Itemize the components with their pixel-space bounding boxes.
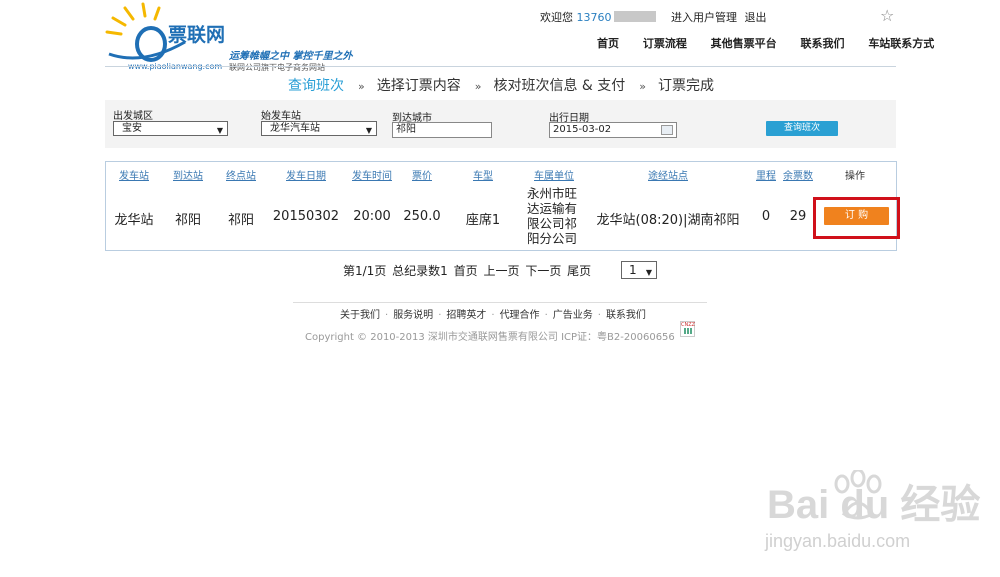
col-header-type[interactable]: 车型 — [473, 167, 493, 182]
page-next-link[interactable]: 下一页 — [525, 264, 561, 278]
dropdown-caret-icon: ▼ — [645, 268, 652, 277]
step-verify-pay: 核对班次信息 & 支付 — [493, 78, 626, 94]
nav-station-contact[interactable]: 车站联系方式 — [868, 37, 934, 50]
header-divider — [105, 66, 896, 67]
page-last-link[interactable]: 尾页 — [567, 264, 591, 278]
logo-subtitle: 联网公司旗下电子商务网站 — [229, 63, 325, 72]
page-select-value: 1 — [629, 263, 637, 277]
dropdown-caret-icon: ▼ — [216, 126, 223, 135]
page-info: 第1/1页 — [343, 264, 387, 278]
cell-via: 龙华站(08:20)|湖南祁阳 — [596, 213, 740, 228]
col-header-company[interactable]: 车属单位 — [534, 167, 574, 182]
step-arrow-icon: » — [358, 80, 365, 93]
total-records: 总纪录数1 — [392, 264, 448, 278]
watermark-url: jingyan.baidu.com — [765, 531, 911, 551]
page-first-link[interactable]: 首页 — [454, 264, 478, 278]
cell-time: 20:00 — [353, 209, 391, 224]
schedule-table: 发车站 到达站 终点站 发车日期 发车时间 票价 车型 车属单位 途经站点 里程… — [105, 161, 900, 251]
station-label: 始发车站 — [261, 111, 301, 122]
col-header-time[interactable]: 发车时间 — [352, 167, 392, 182]
footer-contact[interactable]: 联系我们 — [606, 310, 646, 321]
step-arrow-icon: » — [474, 80, 482, 93]
footer-separator: · — [491, 310, 495, 321]
step-select: 选择订票内容 — [376, 78, 461, 94]
logout-link[interactable]: 退出 — [745, 11, 767, 24]
from-city-select[interactable]: 宝安 ▼ — [113, 121, 228, 136]
step-complete: 订票完成 — [658, 78, 715, 94]
col-header-mileage[interactable]: 里程 — [756, 167, 776, 182]
date-input[interactable]: 2015-03-02 — [549, 122, 677, 138]
logo-name: 票联网 — [168, 24, 226, 46]
col-header-action: 操作 — [845, 171, 865, 182]
station-value: 龙华汽车站 — [270, 123, 320, 134]
footer-careers[interactable]: 招聘英才 — [446, 310, 486, 321]
cell-from: 龙华站 — [114, 213, 154, 228]
step-arrow-icon: » — [639, 80, 646, 93]
user-phone: 13760 — [576, 11, 612, 24]
col-header-remaining[interactable]: 余票数 — [783, 167, 813, 182]
nav-other-platforms[interactable]: 其他售票平台 — [711, 37, 777, 50]
logo-slogan: 运筹帷幄之中 掌控千里之外 — [229, 51, 353, 62]
footer-separator: · — [544, 310, 548, 321]
query-button[interactable]: 查询班次 — [766, 121, 838, 136]
footer-separator: · — [385, 310, 389, 321]
dropdown-caret-icon: ▼ — [365, 126, 372, 135]
step-query: 查询班次 — [288, 78, 344, 94]
footer-nav: 关于我们 · 服务说明 · 招聘英才 · 代理合作 · 广告业务 · 联系我们 — [340, 306, 646, 321]
station-select[interactable]: 龙华汽车站 ▼ — [261, 121, 377, 136]
favorite-star-icon[interactable]: ☆ — [880, 6, 894, 25]
cell-type: 座席1 — [465, 213, 501, 228]
watermark-logo: Bai du 经验 — [767, 483, 981, 527]
from-city-value: 宝安 — [122, 123, 142, 134]
user-manage-link[interactable]: 进入用户管理 — [671, 11, 737, 24]
cell-to: 祁阳 — [174, 213, 202, 228]
cell-date: 20150302 — [272, 209, 340, 224]
nav-booking-flow[interactable]: 订票流程 — [643, 37, 687, 50]
cell-mileage: 0 — [761, 209, 771, 224]
welcome-text: 欢迎您 — [540, 11, 573, 24]
footer-divider — [293, 302, 707, 303]
nav-contact[interactable]: 联系我们 — [800, 37, 844, 50]
copyright: Copyright © 2010-2013 深圳市交通联网售票有限公司 ICP证… — [305, 332, 675, 343]
stats-bars-icon — [684, 328, 692, 334]
cell-price: 250.0 — [403, 209, 441, 224]
footer-separator: · — [438, 310, 442, 321]
cell-company: 永州市旺达运输有限公司祁阳分公司 — [527, 186, 578, 246]
page-select[interactable]: 1 ▼ — [621, 261, 657, 279]
top-nav: 首页 订票流程 其他售票平台 联系我们 车站联系方式 — [597, 35, 934, 51]
cell-remaining: 29 — [789, 209, 807, 224]
col-header-from[interactable]: 发车站 — [119, 167, 149, 182]
footer-ads[interactable]: 广告业务 — [553, 310, 593, 321]
welcome-bar: 欢迎您 13760 进入用户管理 退出 — [540, 9, 767, 25]
footer-separator: · — [597, 310, 601, 321]
calendar-icon[interactable] — [661, 125, 673, 135]
col-header-via[interactable]: 途经站点 — [648, 167, 688, 182]
pagination: 第1/1页 总纪录数1 首页 上一页 下一页 尾页 — [343, 262, 593, 279]
col-header-date[interactable]: 发车日期 — [286, 167, 326, 182]
nav-home[interactable]: 首页 — [597, 37, 619, 50]
booking-steps: 查询班次 » 选择订票内容 » 核对班次信息 & 支付 » 订票完成 — [288, 75, 714, 95]
cell-terminal: 祁阳 — [227, 213, 255, 228]
col-header-price[interactable]: 票价 — [412, 167, 432, 182]
col-header-terminal[interactable]: 终点站 — [226, 167, 256, 182]
footer-agency[interactable]: 代理合作 — [500, 310, 540, 321]
buy-highlight-box: 订 购 — [813, 197, 900, 239]
from-city-label: 出发城区 — [113, 111, 153, 122]
page-prev-link[interactable]: 上一页 — [483, 264, 519, 278]
to-city-input[interactable]: 祁阳 — [392, 122, 492, 138]
buy-button[interactable]: 订 购 — [824, 207, 889, 225]
masked-phone — [613, 11, 656, 22]
footer-service[interactable]: 服务说明 — [393, 310, 433, 321]
col-header-to[interactable]: 到达站 — [173, 167, 203, 182]
footer-about[interactable]: 关于我们 — [340, 310, 380, 321]
cnzz-stats-icon[interactable]: CNZZ — [680, 321, 695, 337]
date-value: 2015-03-02 — [553, 124, 612, 135]
